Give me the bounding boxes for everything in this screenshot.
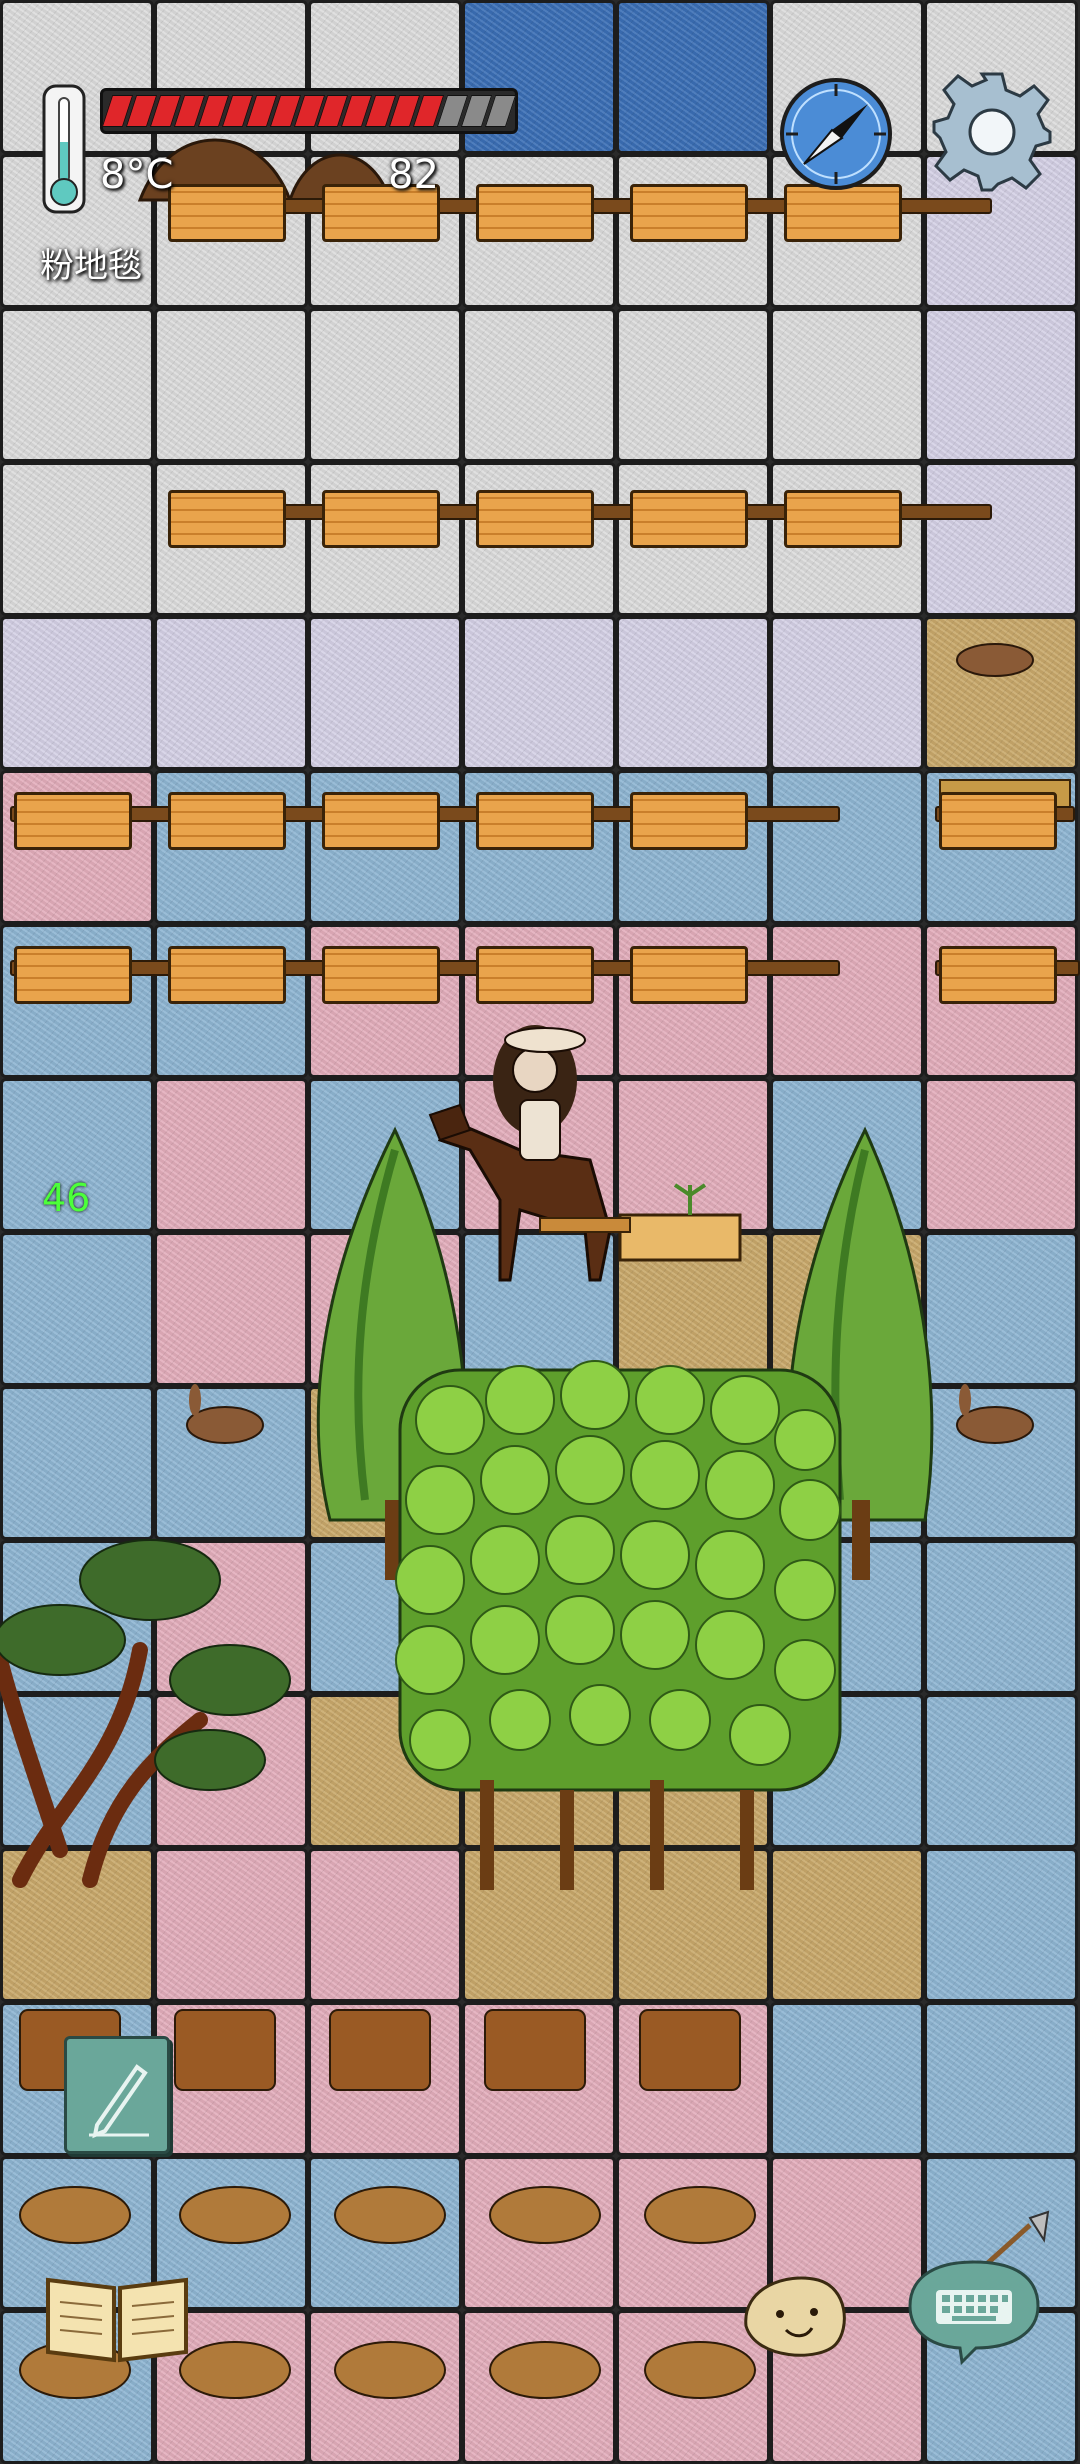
shelf-crate[interactable] [322,490,440,548]
shelf-crate[interactable] [168,946,286,1004]
rabbit-hole[interactable] [956,643,1034,677]
shelf-crate[interactable] [322,946,440,1004]
twisted-pine-tree [0,1539,291,1888]
shelf-crate[interactable] [939,792,1057,850]
rabbit[interactable] [956,1384,1034,1444]
shelf-crate[interactable] [14,946,132,1004]
open-book-icon[interactable] [42,2266,192,2366]
shelf-crate[interactable] [630,946,748,1004]
wooden-shelf[interactable] [168,490,992,548]
pencil-note-button[interactable] [64,2036,170,2154]
health-bar [100,88,518,134]
shelf-crate[interactable] [476,184,594,242]
shelf-crate[interactable] [630,792,748,850]
wooden-shelf[interactable] [935,792,1075,850]
keyboard-chat-icon[interactable] [906,2256,1042,2368]
shelf-crate[interactable] [476,792,594,850]
shelf-crate[interactable] [14,792,132,850]
player-on-horse[interactable] [428,1025,612,1282]
wooden-shelf[interactable] [10,792,840,850]
floor-label: 粉地毯 [40,246,142,286]
shelf-crate[interactable] [168,184,286,242]
wooden-shelf[interactable] [10,946,840,1004]
shelf-crate[interactable] [168,490,286,548]
pencil-note-icon [89,2064,149,2139]
shelf-crate[interactable] [476,490,594,548]
thermometer-icon [42,84,86,214]
temperature-readout: 8°C [100,152,174,198]
age-counter: 46 [42,1176,91,1220]
shelf-crate[interactable] [939,946,1057,1004]
shelf-crate[interactable] [322,792,440,850]
food-counter: 82 [388,152,439,198]
shelf-crate[interactable] [630,490,748,548]
shelf-crate[interactable] [476,946,594,1004]
shelf-crate[interactable] [784,490,902,548]
wooden-shelf[interactable] [935,946,1080,1004]
shelf-crate[interactable] [630,184,748,242]
leafy-tree-cluster [395,1360,842,1890]
compass-icon[interactable] [776,74,896,194]
gear-icon[interactable] [930,70,1054,194]
shelf-crate[interactable] [168,792,286,850]
rabbit[interactable] [186,1384,264,1444]
potato-face-icon[interactable] [736,2268,852,2364]
